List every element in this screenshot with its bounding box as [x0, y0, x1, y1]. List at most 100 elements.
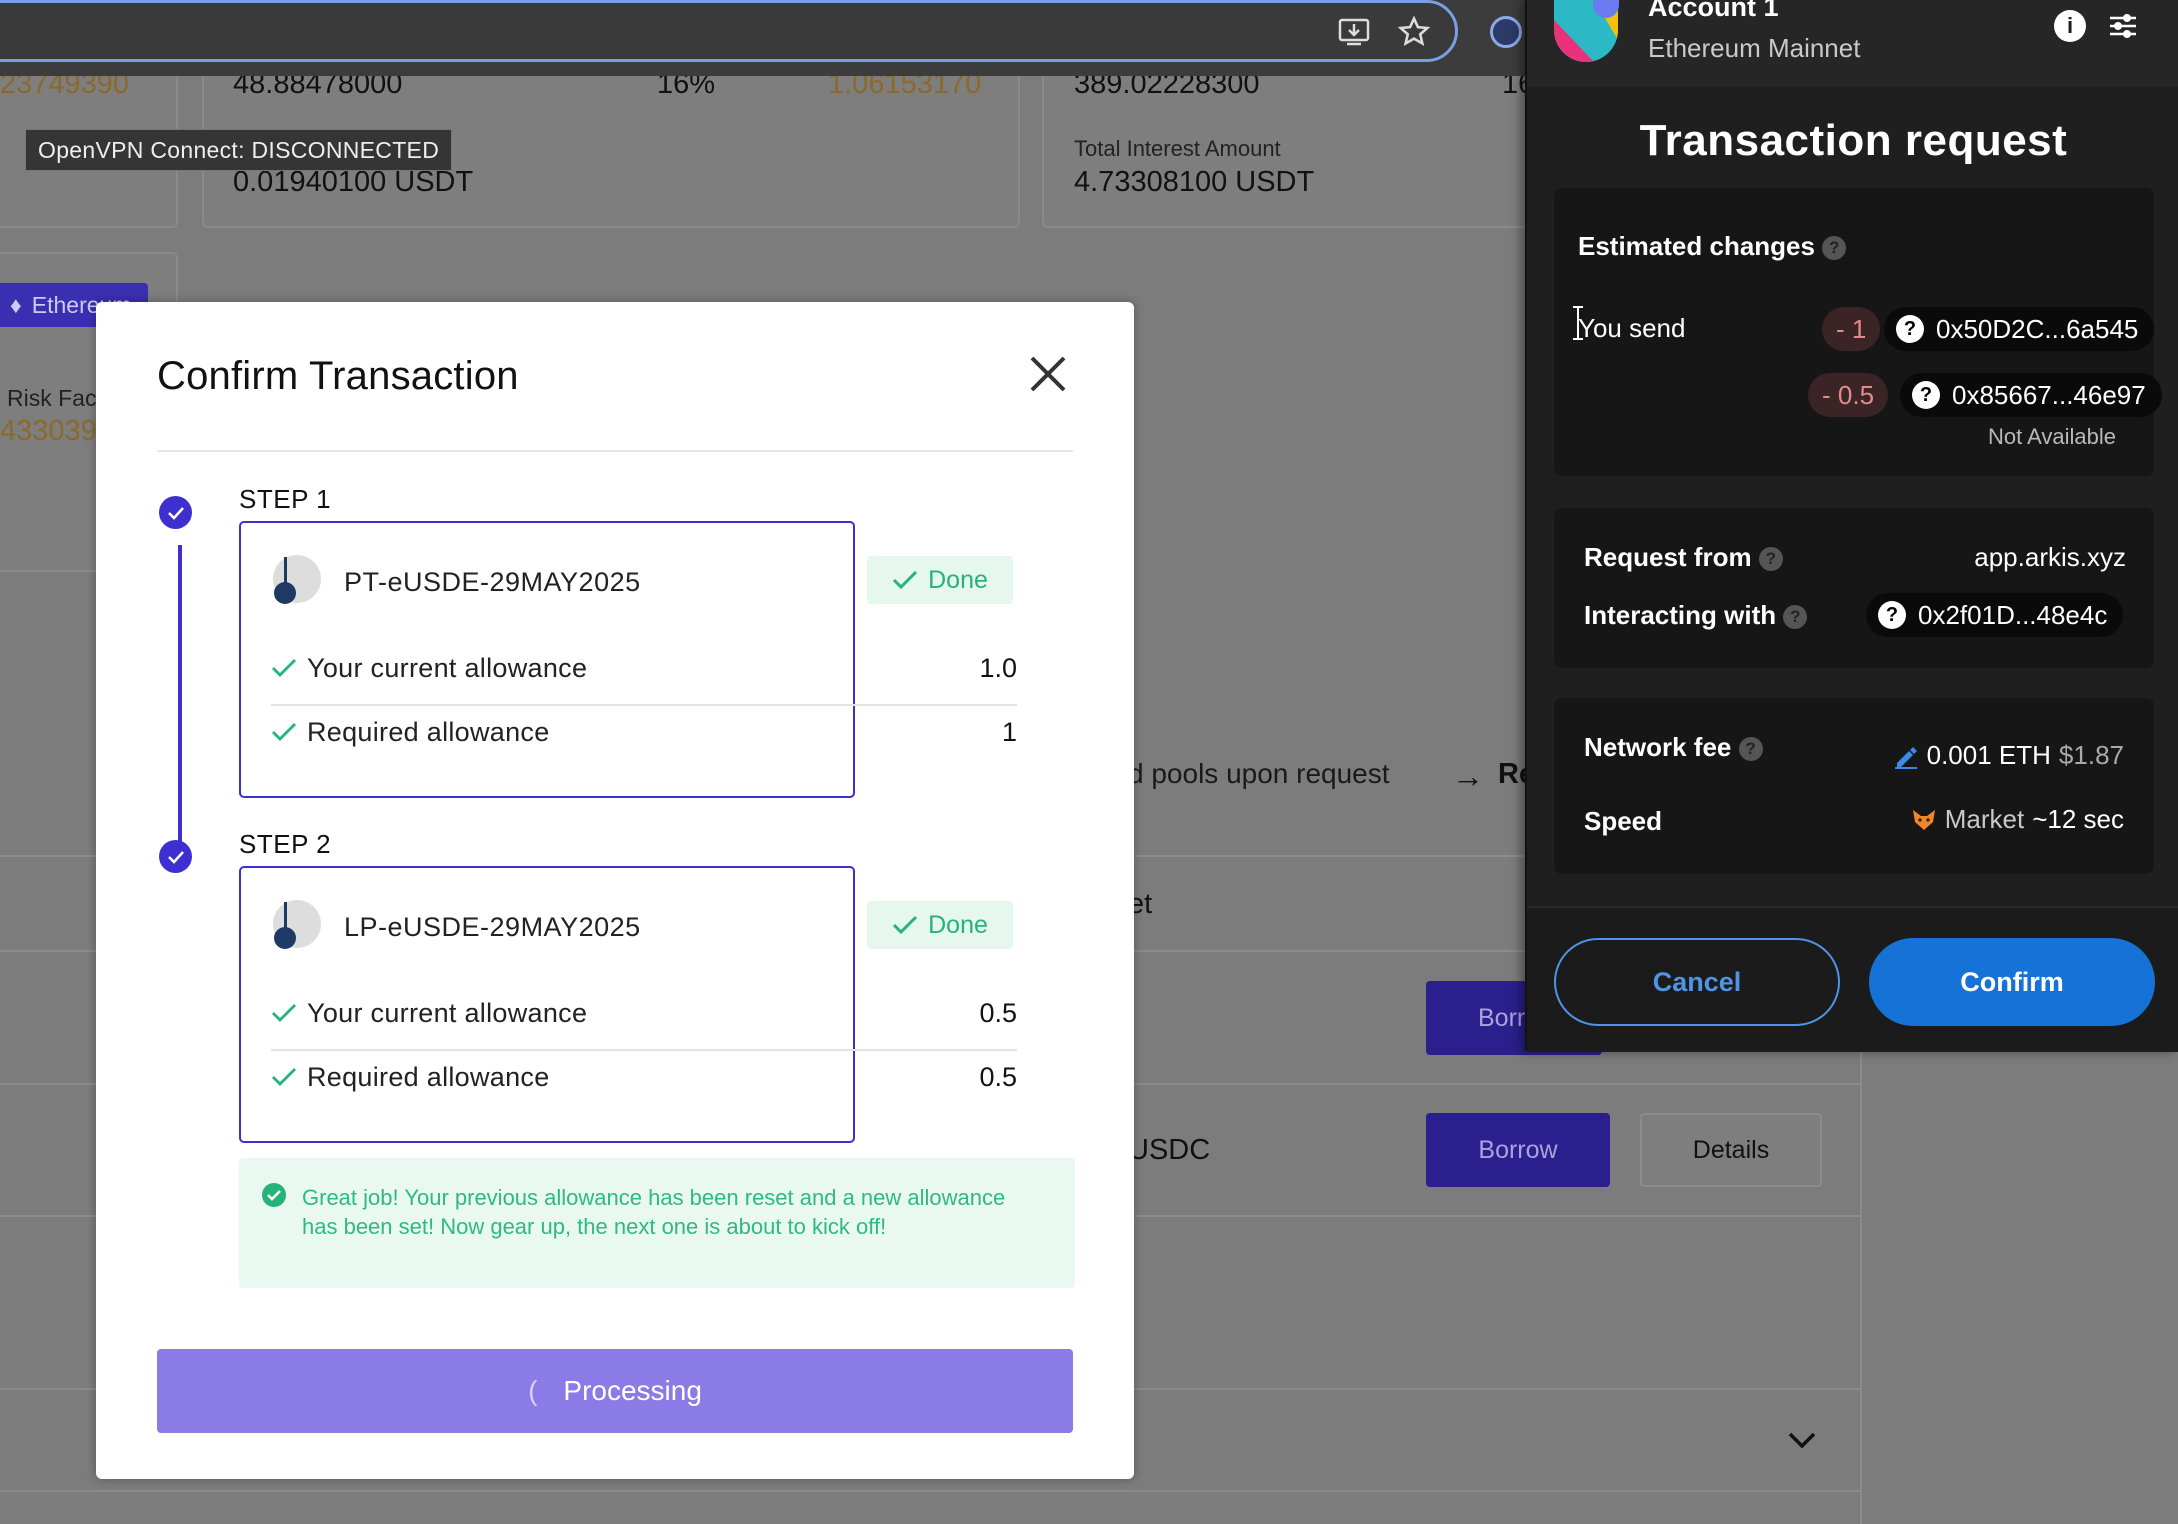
send-amount-2: - 0.5 [1808, 373, 1889, 417]
step-timeline-line [178, 545, 182, 845]
step-2-token-name: LP-eUSDE-29MAY2025 [344, 912, 641, 942]
bg-total-interest-label: Total Interest Amount [1074, 136, 1281, 161]
interacting-with-value: 0x2f01D...48e4c [1918, 599, 2108, 630]
not-available-text: Not Available [1987, 424, 2116, 449]
unknown-token-icon: ? [1896, 315, 1924, 343]
step-2-label: STEP 2 [239, 829, 332, 859]
speed-value: Market ~12 sec [1911, 804, 2124, 835]
speed-label: Speed [1584, 806, 1663, 836]
step-2-current-allowance-label: Your current allowance [307, 998, 588, 1028]
token-icon [271, 898, 323, 950]
unknown-contract-icon: ? [1878, 601, 1906, 629]
step-1-required-allowance-label: Required allowance [307, 717, 550, 747]
network-name[interactable]: Ethereum Mainnet [1648, 33, 1860, 64]
help-icon[interactable]: ? [1758, 547, 1783, 572]
metamask-footer: Cancel Confirm [1527, 906, 2178, 1052]
cancel-button[interactable]: Cancel [1554, 938, 1840, 1026]
request-from-label: Request from ? [1584, 542, 1783, 573]
interacting-with-pill[interactable]: ? 0x2f01D...48e4c [1866, 593, 2124, 637]
send-address-pill-1[interactable]: ? 0x50D2C...6a545 [1884, 307, 2155, 351]
metamask-header: Account 1 Ethereum Mainnet i [1527, 0, 2178, 87]
step-2-current-allowance-value: 0.5 [979, 998, 1017, 1028]
fox-icon [1912, 809, 1935, 830]
check-icon [272, 723, 296, 741]
install-app-icon[interactable] [1338, 17, 1372, 47]
spinner-icon: ( [528, 1375, 538, 1406]
close-icon[interactable] [1026, 352, 1070, 396]
request-from-text: Request from [1584, 542, 1752, 572]
network-fee-eth: 0.001 ETH [1926, 740, 2051, 770]
metamask-popup: Account 1 Ethereum Mainnet i Transaction… [1525, 0, 2178, 1052]
account-name[interactable]: Account 1 [1648, 0, 1779, 23]
star-bookmark-icon[interactable] [1397, 15, 1431, 49]
check-icon [893, 570, 918, 590]
check-icon [272, 1004, 296, 1022]
bg-usdc-text: USDC [1128, 1134, 1211, 1166]
estimated-changes-text: Estimated changes [1578, 231, 1815, 261]
bg-divider-6 [0, 1490, 1862, 1492]
estimated-changes-label: Estimated changes ? [1578, 231, 1847, 262]
network-fee-usd: $1.87 [2058, 740, 2124, 770]
step-1-status: Done [928, 565, 988, 594]
help-icon[interactable]: ? [1822, 236, 1847, 261]
success-message: Great job! Your previous allowance has b… [302, 1185, 1006, 1239]
settings-sliders-icon[interactable] [2107, 10, 2139, 42]
bg-risk-label: Risk Fac [7, 385, 97, 411]
step-1-done-badge: Done [867, 556, 1013, 604]
browser-toolbar [0, 0, 1530, 76]
info-icon[interactable]: i [2054, 10, 2086, 42]
transaction-request-title: Transaction request [1639, 116, 2068, 165]
vpn-tooltip: OpenVPN Connect: DISCONNECTED [25, 129, 453, 171]
send-address-1: 0x50D2C...6a545 [1936, 313, 2139, 344]
step-1-required-allowance-value: 1 [1001, 717, 1017, 747]
step-2-status: Done [928, 910, 988, 939]
interacting-with-text: Interacting with [1584, 600, 1777, 630]
address-bar[interactable] [0, 0, 1458, 62]
chevron-down-icon[interactable] [1787, 1430, 1817, 1450]
modal-title: Confirm Transaction [157, 354, 519, 398]
network-fee-card: Network fee ? 0.001 ETH $1.87 Speed Mark… [1554, 698, 2154, 874]
step-1-current-allowance-value: 1.0 [979, 653, 1017, 683]
token-icon [271, 553, 323, 605]
help-icon[interactable]: ? [1738, 737, 1763, 762]
step-1-label: STEP 1 [239, 484, 332, 514]
step-2-required-allowance-label: Required allowance [307, 1062, 550, 1092]
help-icon[interactable]: ? [1783, 605, 1808, 630]
arrow-right-icon[interactable]: → [1452, 758, 1484, 795]
confirm-button[interactable]: Confirm [1869, 938, 2155, 1026]
network-fee-value: 0.001 ETH $1.87 [1893, 740, 2124, 771]
step-2-done-badge: Done [867, 901, 1013, 949]
estimated-changes-card: Estimated changes ? You send - 1 ? 0x50D… [1554, 188, 2162, 476]
bg-pools-text: d pools upon request [1128, 758, 1390, 789]
allowance-divider [271, 704, 1017, 706]
allowance-divider [271, 1049, 1017, 1051]
speed-market: Market [1944, 804, 2025, 834]
step-1-check-icon [159, 496, 192, 529]
step-1-current-allowance-label: Your current allowance [307, 653, 588, 683]
processing-button[interactable]: ( Processing [157, 1349, 1073, 1433]
step-2-card: LP-eUSDE-29MAY2025 Done Your current all… [239, 866, 1017, 1143]
edit-pencil-icon[interactable] [1893, 743, 1919, 769]
processing-label: Processing [563, 1375, 702, 1406]
success-notification: Great job! Your previous allowance has b… [239, 1158, 1075, 1288]
unknown-token-icon: ? [1912, 381, 1940, 409]
details-button[interactable]: Details [1640, 1113, 1822, 1187]
network-fee-label: Network fee ? [1584, 732, 1763, 763]
step-1-token-name: PT-eUSDE-29MAY2025 [344, 567, 641, 597]
ethereum-icon: ♦ [10, 291, 22, 318]
send-address-pill-2[interactable]: ? 0x85667...46e97 [1900, 373, 2162, 417]
request-from-value: app.arkis.xyz [1974, 542, 2126, 572]
check-circle-icon [261, 1182, 287, 1208]
borrow-button[interactable]: Borrow [1426, 1113, 1610, 1187]
you-send-label: You send [1578, 313, 1686, 343]
extension-icon[interactable] [1490, 16, 1522, 48]
bg-vertical-edge [1860, 1040, 1862, 1524]
modal-divider [157, 450, 1073, 452]
bg-risk-value: 433039 [0, 415, 97, 447]
send-amount-1: - 1 [1822, 307, 1881, 351]
speed-time: ~12 sec [2032, 804, 2124, 834]
check-icon [272, 1068, 296, 1086]
check-icon [893, 915, 918, 935]
interacting-with-label: Interacting with ? [1584, 600, 1808, 631]
send-address-2: 0x85667...46e97 [1952, 379, 2146, 410]
